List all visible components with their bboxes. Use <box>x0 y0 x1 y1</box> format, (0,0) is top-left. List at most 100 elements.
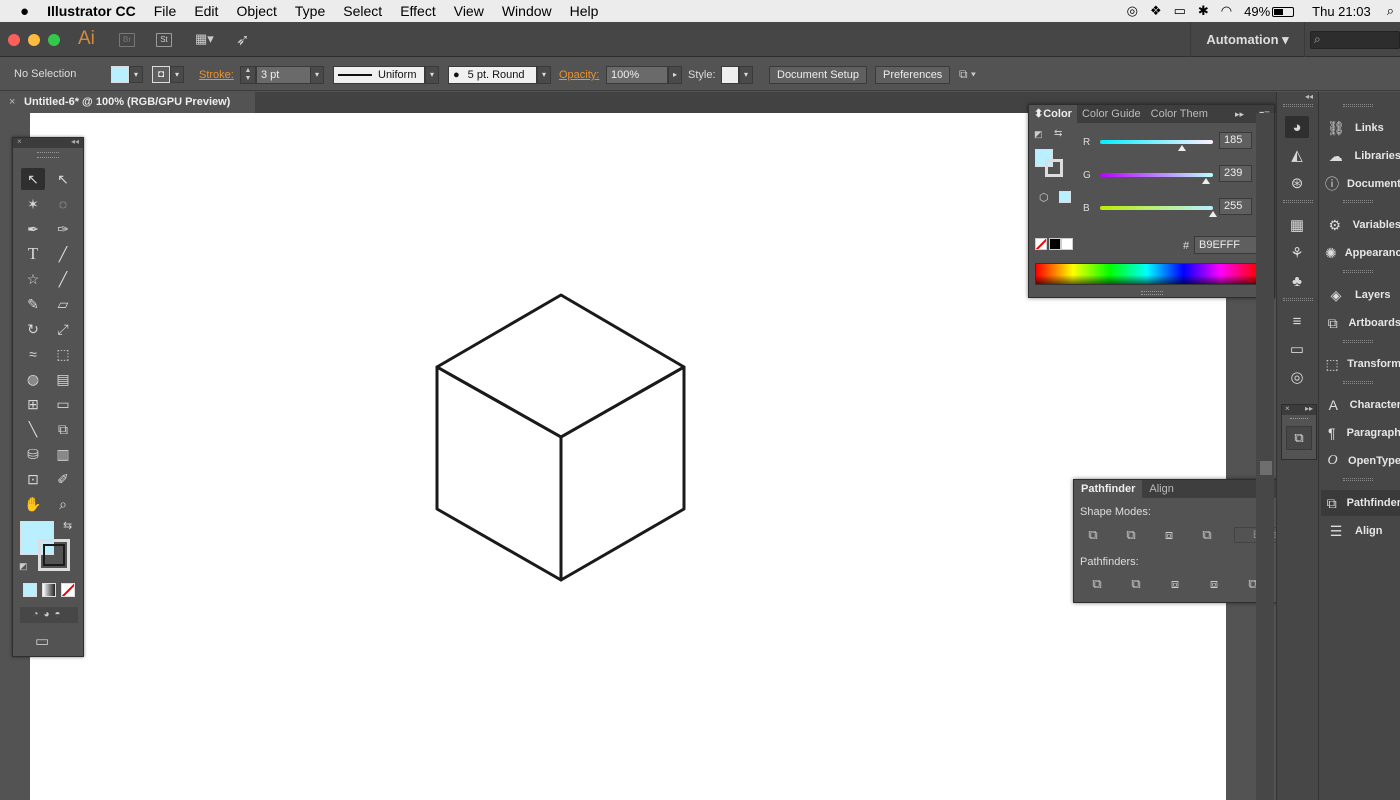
vertical-scrollbar[interactable] <box>1256 113 1274 800</box>
line-segment-tool[interactable]: ╱ <box>51 243 75 265</box>
none-swatch[interactable] <box>1035 238 1047 250</box>
black-swatch[interactable] <box>1049 238 1061 250</box>
b-slider-thumb[interactable] <box>1209 211 1217 217</box>
crop-button[interactable]: ⧈ <box>1205 576 1223 592</box>
gradient-tool[interactable]: ▭ <box>51 393 75 415</box>
warp-tool[interactable]: ≈ <box>21 343 45 365</box>
symbols-icon[interactable]: ♣ <box>1285 270 1309 292</box>
menu-effect[interactable]: Effect <box>391 3 445 19</box>
dock-collapse-icon[interactable]: ◂◂ <box>1305 92 1313 101</box>
airplay-icon[interactable]: ▭ <box>1168 3 1192 19</box>
b-value-input[interactable]: 255 <box>1219 198 1252 215</box>
color-guide-icon[interactable]: ◭ <box>1285 144 1309 166</box>
panel-resize-grip[interactable] <box>1141 291 1163 295</box>
scale-tool[interactable]: ⤢ <box>51 318 75 340</box>
cube-right-face[interactable] <box>559 365 686 582</box>
gradient-panel-icon[interactable]: ▭ <box>1285 338 1309 360</box>
tab-align[interactable]: Align <box>1142 480 1180 498</box>
menu-select[interactable]: Select <box>334 3 391 19</box>
direct-selection-tool[interactable]: ↖ <box>51 168 75 190</box>
gpu-performance-icon[interactable]: ➶ <box>236 30 249 50</box>
mesh-tool[interactable]: ⊞ <box>21 393 45 415</box>
free-transform-tool[interactable]: ⬚ <box>51 343 75 365</box>
dock-character[interactable]: A Character <box>1325 392 1400 418</box>
dock-pathfinder[interactable]: ⧉ Pathfinder <box>1321 490 1400 516</box>
close-panel-icon[interactable]: × <box>17 137 22 146</box>
vertical-scroll-thumb[interactable] <box>1260 461 1272 475</box>
g-slider-thumb[interactable] <box>1201 178 1210 184</box>
dock-transform[interactable]: ⬚ Transform <box>1325 351 1400 377</box>
gradient-mode-button[interactable] <box>42 583 56 597</box>
bluetooth-icon[interactable]: ✱ <box>1192 3 1215 19</box>
mini-panel-expand-icon[interactable]: ▸▸ <box>1305 404 1313 413</box>
expand-panel-icon[interactable]: ▸▸ <box>1235 109 1244 120</box>
arrange-documents-icon[interactable]: ▦▾ <box>195 31 223 47</box>
blend-tool[interactable]: ⧉ <box>51 418 75 440</box>
asset-export-icon[interactable]: ⧉ <box>1286 426 1312 450</box>
document-tab[interactable]: × Untitled-6* @ 100% (RGB/GPU Preview) <box>0 92 255 113</box>
workspace-switcher[interactable]: Automation ▾ <box>1190 22 1305 57</box>
menu-edit[interactable]: Edit <box>185 3 227 19</box>
variable-width-profile[interactable]: Uniform <box>333 66 425 84</box>
menu-object[interactable]: Object <box>227 3 285 19</box>
stroke-weight-dropdown[interactable]: ▾ <box>310 66 324 84</box>
r-slider[interactable] <box>1100 140 1213 144</box>
star-tool[interactable]: ☆ <box>21 268 45 290</box>
r-value-input[interactable]: 185 <box>1219 132 1252 149</box>
menu-view[interactable]: View <box>445 3 493 19</box>
close-tab-icon[interactable]: × <box>9 92 15 113</box>
stock-button[interactable]: St <box>156 33 172 47</box>
intersect-button[interactable]: ⧈ <box>1160 527 1178 543</box>
transparency-panel-icon[interactable]: ◎ <box>1285 366 1309 388</box>
graphic-style-dropdown[interactable]: ▾ <box>739 66 753 84</box>
mini-panel-header[interactable]: × ▸▸ <box>1282 404 1316 415</box>
spotlight-icon[interactable]: ⌕ <box>1381 3 1400 19</box>
cube-left-face[interactable] <box>435 365 563 582</box>
g-value-input[interactable]: 239 <box>1219 165 1252 182</box>
dock-layers[interactable]: ◈ Layers <box>1325 282 1400 308</box>
swap-colors-icon[interactable]: ⇆ <box>1054 128 1062 139</box>
none-mode-button[interactable] <box>61 583 75 597</box>
pen-tool[interactable]: ✒ <box>21 218 45 240</box>
color-spectrum[interactable] <box>1035 263 1258 285</box>
preferences-button[interactable]: Preferences <box>875 66 951 84</box>
artboard-tool[interactable]: ⊡ <box>21 468 45 490</box>
close-window-button[interactable] <box>8 34 20 46</box>
color-mode-button[interactable] <box>23 583 37 597</box>
r-slider-thumb[interactable] <box>1177 145 1186 151</box>
exclude-button[interactable]: ⧉ <box>1198 527 1216 543</box>
column-graph-tool[interactable]: ▥ <box>51 443 75 465</box>
fill-swatch[interactable] <box>111 66 129 83</box>
graphic-style-swatch[interactable] <box>721 66 739 84</box>
color-themes-icon[interactable]: ⊛ <box>1285 172 1309 194</box>
dock-b-grip[interactable] <box>1343 104 1373 107</box>
stroke-panel-icon[interactable]: ≡ <box>1285 310 1309 332</box>
document-setup-button[interactable]: Document Setup <box>769 66 867 84</box>
divide-button[interactable]: ⧉ <box>1088 576 1106 592</box>
battery-status[interactable]: 49% <box>1238 4 1300 19</box>
minus-front-button[interactable]: ⧉ <box>1122 527 1140 543</box>
screen-mode-icon[interactable]: ▭ <box>35 632 49 650</box>
hex-input[interactable]: B9EFFF <box>1194 236 1257 254</box>
b-slider[interactable] <box>1100 206 1213 210</box>
dock-appearance[interactable]: ✺ Appearance <box>1325 240 1400 266</box>
profile-dropdown[interactable]: ▾ <box>425 66 439 84</box>
menu-help[interactable]: Help <box>561 3 608 19</box>
shape-builder-tool[interactable]: ◍ <box>21 368 45 390</box>
brush-dropdown[interactable]: ▾ <box>537 66 551 84</box>
app-menu[interactable]: Illustrator CC <box>38 3 145 19</box>
dock-paragraph[interactable]: ¶ Paragraph <box>1325 420 1400 446</box>
dock-grip-3[interactable] <box>1283 298 1313 301</box>
magic-wand-tool[interactable]: ✶ <box>21 193 45 215</box>
arrange-icon[interactable]: ⧉ ▾ <box>959 67 976 82</box>
swap-fill-stroke-icon[interactable]: ⇆ <box>63 519 72 532</box>
bridge-button[interactable]: Br <box>119 33 135 47</box>
symbol-sprayer-tool[interactable]: ⛁ <box>21 443 45 465</box>
dock-opentype[interactable]: O OpenType <box>1325 448 1400 474</box>
menu-type[interactable]: Type <box>286 3 334 19</box>
menu-window[interactable]: Window <box>493 3 561 19</box>
dock-artboards[interactable]: ⧉ Artboards <box>1325 310 1400 336</box>
collapse-panel-icon[interactable]: ◂◂ <box>71 137 79 146</box>
tools-grip[interactable] <box>37 152 59 158</box>
brush-definition[interactable]: ● 5 pt. Round <box>448 66 537 84</box>
